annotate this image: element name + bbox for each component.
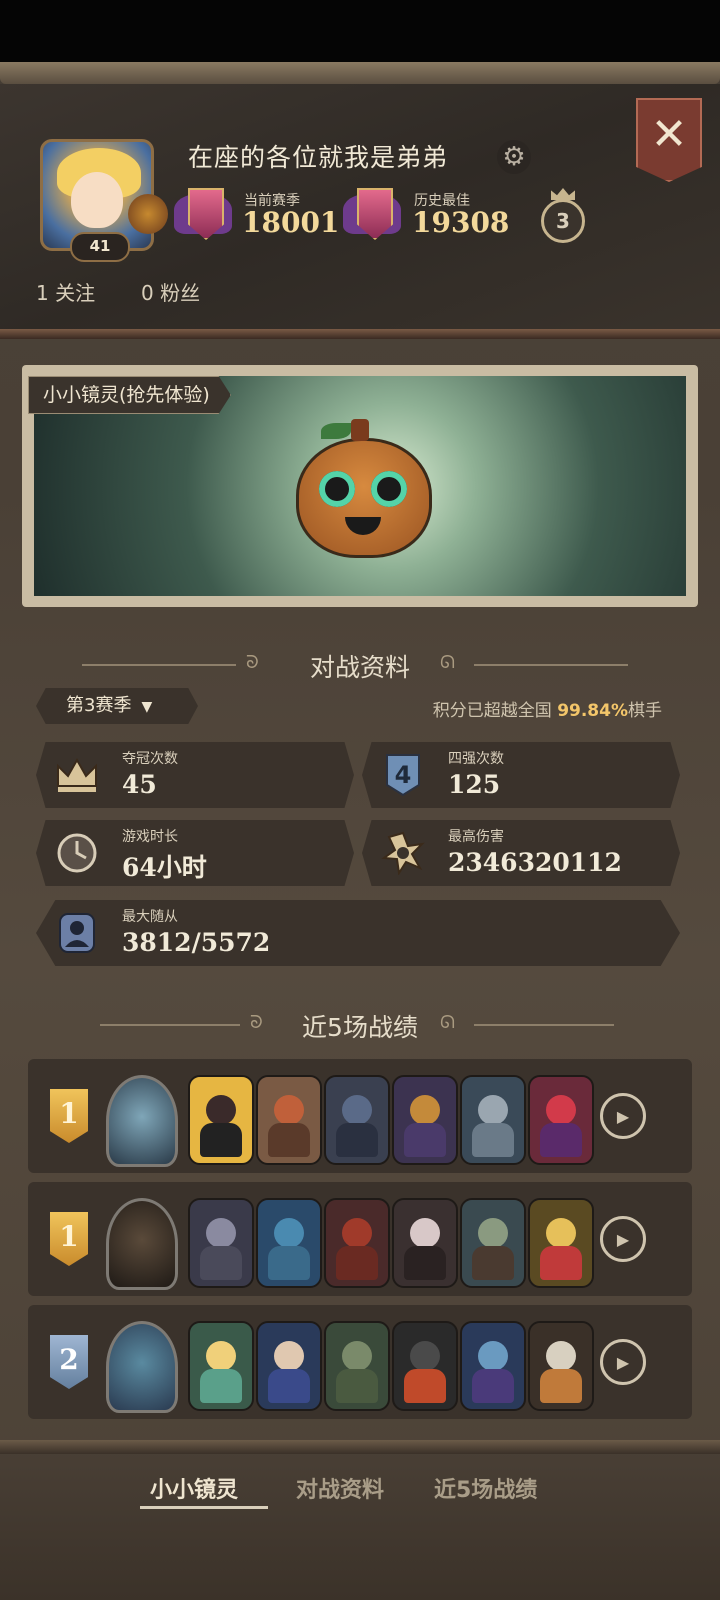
minion-portrait [188,1321,254,1411]
tab-battle-data[interactable]: 对战资料 [296,1472,384,1504]
best-season-badge-icon [341,182,403,242]
swirl-ornament-icon: ᘏ [440,652,455,673]
play-icon: ▶ [616,1229,630,1249]
damage-icon [370,820,436,886]
pet-name-tag: 小小镜灵(抢先体验) [28,376,231,414]
match-row[interactable]: 2 ▶ [28,1305,692,1419]
svg-text:4: 4 [395,761,412,789]
season-select[interactable]: 第3赛季 ▼ [36,688,198,724]
match-row[interactable]: 1 ▶ [28,1182,692,1296]
play-icon: ▶ [616,1352,630,1372]
minion-portrait [460,1075,526,1165]
username: 在座的各位就我是弟弟 [188,143,449,172]
minion-portrait [460,1198,526,1288]
current-season-badge-icon [172,182,234,242]
gear-icon[interactable]: ⚙ [497,140,531,174]
clock-icon [44,820,110,886]
rank-percentile: 积分已超越全国 99.84%棋手 [432,701,662,721]
stat-card-damage: 最高伤害 2346320112 [362,820,680,886]
active-tab-indicator [140,1506,268,1509]
minion-portrait [528,1198,594,1288]
tab-pet[interactable]: 小小镜灵 [150,1472,238,1504]
crown-icon [44,742,110,808]
stat-card-playtime: 游戏时长 64小时 [36,820,354,886]
fans-count[interactable]: 0 粉丝 [141,277,200,306]
best-value: 19308 [412,206,510,239]
level-badge: 41 [70,232,130,262]
profile-page: ✕ 41 在座的各位就我是弟弟 ⚙ 当前赛季 18001 历史最佳 19308 … [0,0,720,1600]
pet-companion-icon [128,194,168,234]
stat-card-wins: 夺冠次数 45 [36,742,354,808]
tab-recent-matches[interactable]: 近5场战绩 [434,1472,537,1504]
minion-portrait [392,1075,458,1165]
minion-portrait [256,1075,322,1165]
recent-section-title: 近5场战绩 [302,1013,418,1042]
hero-portrait [106,1321,178,1413]
close-icon: ✕ [650,109,688,160]
match-row[interactable]: 1 ▶ [28,1059,692,1173]
current-season-value: 18001 [242,206,340,239]
stat-card-top4: 4 四强次数 125 [362,742,680,808]
status-bar [0,0,720,66]
minion-portrait [188,1198,254,1288]
hero-portrait [106,1075,178,1167]
crown-count-badge: 3 [541,199,585,243]
minion-portrait [528,1075,594,1165]
minion-icon [44,900,110,966]
bottom-tab-bar [0,1440,720,1600]
minion-portrait [528,1321,594,1411]
top4-icon: 4 [370,742,436,808]
header-rim [0,62,720,84]
pumpkin-pet-icon [296,419,432,558]
swirl-ornament-icon: ᘏ [440,1012,455,1033]
chevron-down-icon: ▼ [141,699,153,715]
replay-button[interactable]: ▶ [600,1339,646,1385]
placement-badge: 2 [50,1335,88,1389]
placement-badge: 1 [50,1089,88,1143]
minion-portrait [392,1321,458,1411]
hero-portrait [106,1198,178,1290]
minion-portrait [460,1321,526,1411]
header-divider [0,329,720,339]
minion-portrait [324,1321,390,1411]
minion-portrait [256,1321,322,1411]
close-button[interactable]: ✕ [636,98,702,182]
minion-portrait [324,1198,390,1288]
stat-card-minions: 最大随从 3812/5572 [36,900,680,966]
minion-portrait [324,1075,390,1165]
minion-portrait [392,1198,458,1288]
placement-badge: 1 [50,1212,88,1266]
play-icon: ▶ [616,1106,630,1126]
replay-button[interactable]: ▶ [600,1216,646,1262]
minion-portrait [188,1075,254,1165]
replay-button[interactable]: ▶ [600,1093,646,1139]
minion-portrait [256,1198,322,1288]
battle-section-title: 对战资料 [309,653,410,682]
follow-count[interactable]: 1 关注 [36,277,95,306]
